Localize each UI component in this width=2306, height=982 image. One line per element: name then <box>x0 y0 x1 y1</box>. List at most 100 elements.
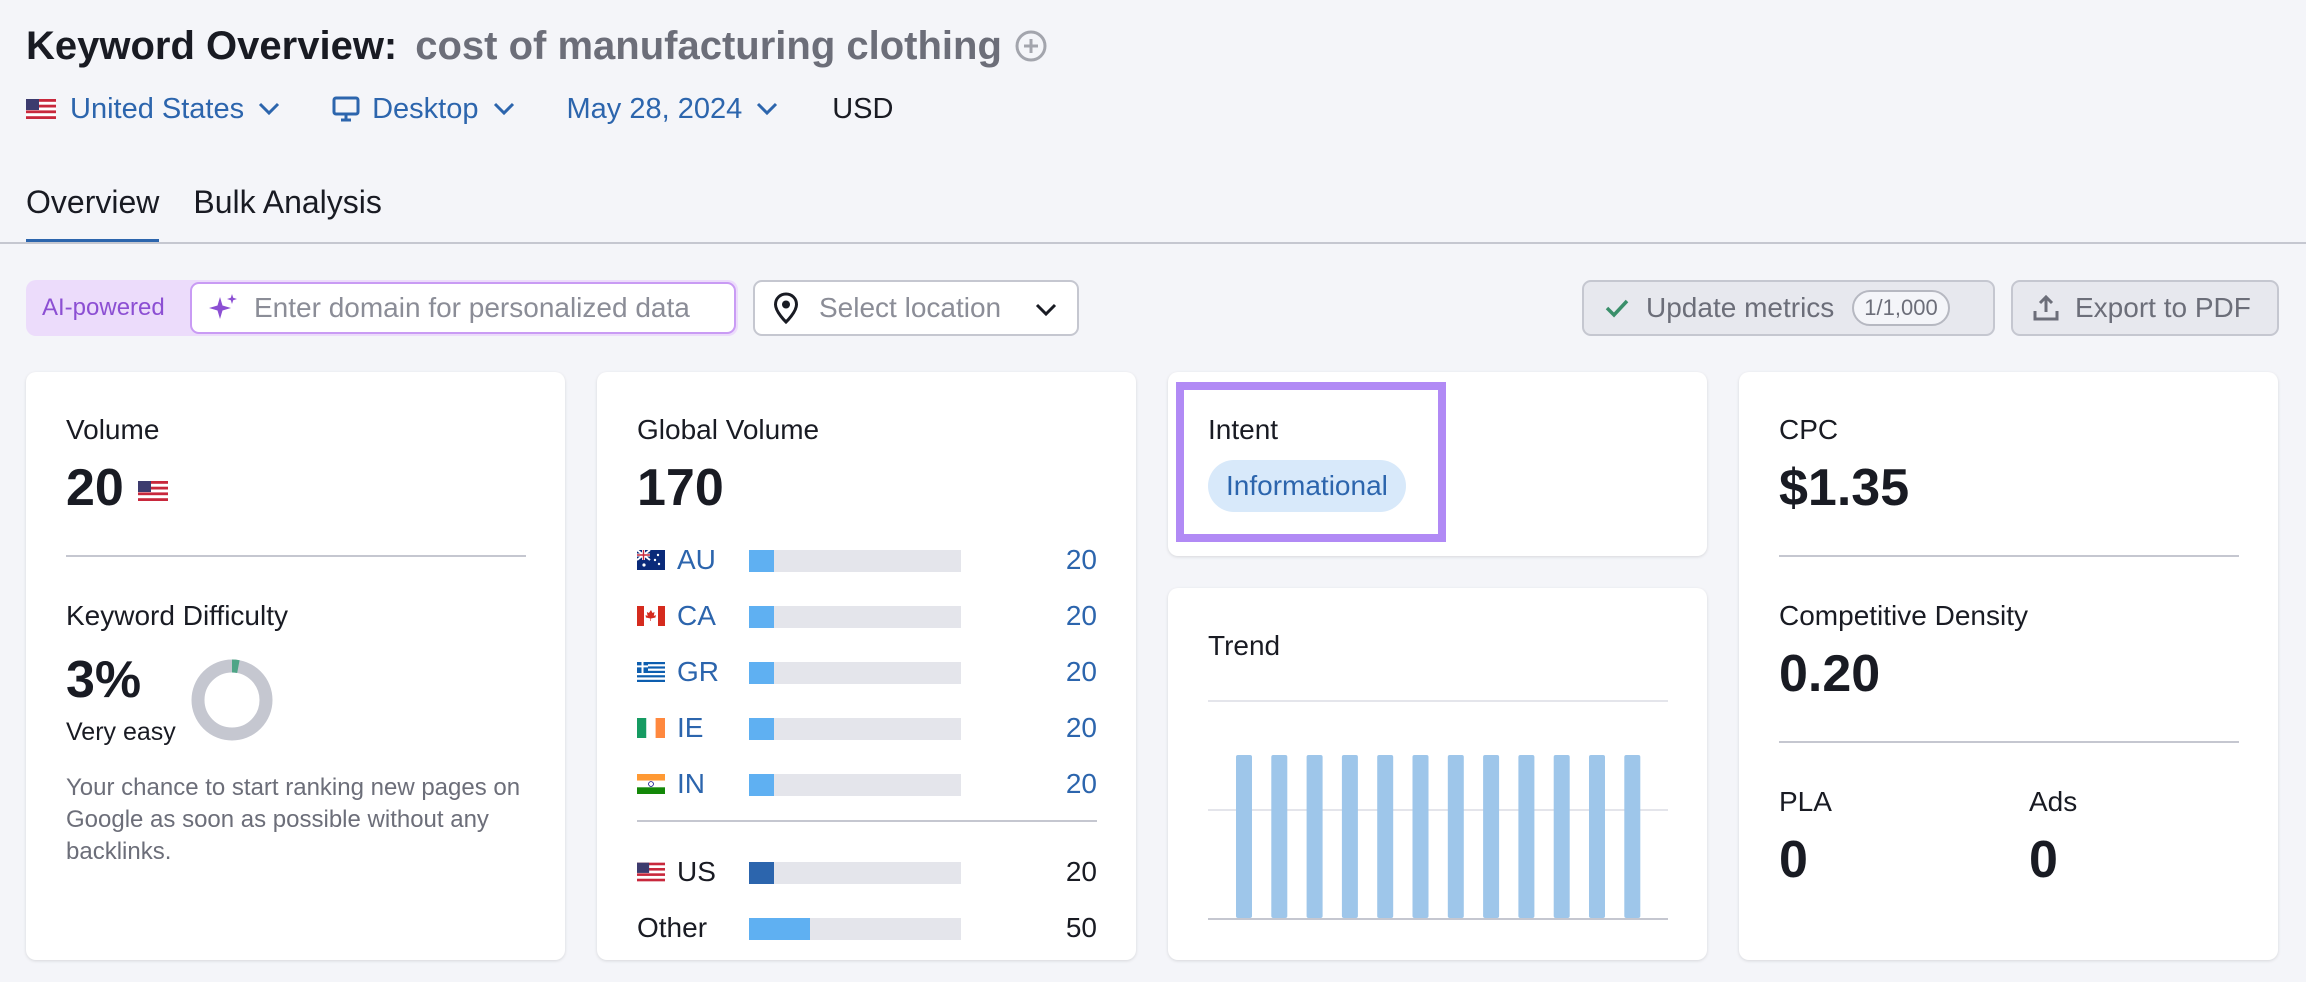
page-header: Keyword Overview: cost of manufacturing … <box>26 18 1048 74</box>
trend-bar[interactable] <box>1553 755 1570 918</box>
trend-bar[interactable] <box>1518 755 1535 918</box>
volume-divider <box>66 555 526 557</box>
country-value: 20 <box>1065 656 1097 687</box>
tab-bulk-analysis[interactable]: Bulk Analysis <box>193 178 382 244</box>
trend-card: Trend <box>1168 588 1707 960</box>
density-divider <box>1779 741 2239 743</box>
country-bar <box>749 774 961 796</box>
in-flag-icon <box>637 774 665 794</box>
update-metrics-label: Update metrics <box>1646 292 1835 323</box>
tab-bar: Overview Bulk Analysis <box>26 178 416 244</box>
trend-bar[interactable] <box>1483 755 1500 918</box>
country-row-ie[interactable]: IE 20 <box>637 708 1097 748</box>
us-flag-icon <box>26 99 56 119</box>
kd-donut <box>191 659 273 741</box>
country-bar <box>749 662 961 684</box>
trend-bar[interactable] <box>1236 755 1252 918</box>
country-bar <box>749 606 961 628</box>
us-flag-icon <box>137 481 168 501</box>
country-row-au[interactable]: AU 20 <box>637 540 1097 580</box>
location-pin-icon <box>773 292 799 325</box>
tabs-divider <box>0 242 2306 244</box>
country-label: United States <box>70 92 245 125</box>
country-value: 20 <box>1065 768 1097 799</box>
trend-bar[interactable] <box>1306 755 1323 918</box>
update-metrics-button[interactable]: Update metrics 1/1,000 <box>1582 280 1995 336</box>
trend-bar[interactable] <box>1271 755 1288 918</box>
volume-value-row: 20 <box>66 458 168 518</box>
chevron-down-icon <box>1035 303 1057 317</box>
location-select[interactable]: Select location <box>753 280 1079 336</box>
global-volume-label: Global Volume <box>637 414 820 445</box>
country-bar-fill <box>749 774 775 796</box>
cpc-card: CPC $1.35 Competitive Density 0.20 PLA 0… <box>1739 372 2278 960</box>
country-bar-fill <box>749 718 775 740</box>
export-pdf-label: Export to PDF <box>2075 292 2251 323</box>
domain-input[interactable] <box>254 292 734 324</box>
upload-icon <box>2033 294 2059 321</box>
ai-powered-label: AI-powered <box>42 294 165 321</box>
ai-domain-box: AI-powered <box>26 280 738 336</box>
kd-label: Keyword Difficulty <box>66 600 289 631</box>
desktop-icon <box>332 96 360 122</box>
ads-value: 0 <box>2029 831 2058 889</box>
country-code: GR <box>677 656 719 687</box>
country-code: IE <box>677 712 704 743</box>
country-row-in[interactable]: IN 20 <box>637 764 1097 804</box>
country-value: 20 <box>1065 856 1097 887</box>
chevron-down-icon <box>493 102 514 116</box>
volume-label: Volume <box>66 414 160 445</box>
country-row-ca[interactable]: CA 20 <box>637 596 1097 636</box>
country-bar <box>749 550 961 572</box>
intent-highlight-box <box>1176 382 1446 542</box>
trend-bar[interactable] <box>1412 755 1429 918</box>
sparkle-icon <box>209 294 237 319</box>
country-bar-fill <box>749 606 775 628</box>
country-bar-fill <box>749 550 775 572</box>
country-bar <box>749 862 961 884</box>
kd-rating: Very easy <box>66 718 176 746</box>
country-row-gr[interactable]: GR 20 <box>637 652 1097 692</box>
chevron-down-icon <box>757 102 778 116</box>
country-dropdown[interactable]: United States <box>26 93 280 126</box>
trend-bar[interactable] <box>1447 755 1464 918</box>
gr-flag-icon <box>637 662 665 682</box>
trend-bar[interactable] <box>1377 755 1394 918</box>
au-flag-icon <box>637 550 665 570</box>
kd-description: Your chance to start ranking new pages o… <box>66 774 521 865</box>
country-row-us: US 20 <box>637 852 1097 892</box>
device-dropdown[interactable]: Desktop <box>332 93 514 126</box>
trend-label: Trend <box>1208 630 1281 661</box>
update-count-badge: 1/1,000 <box>1852 290 1950 326</box>
country-value: 20 <box>1065 712 1097 743</box>
date-dropdown[interactable]: May 28, 2024 <box>567 93 779 126</box>
country-bar <box>749 718 961 740</box>
us-flag-icon <box>637 862 665 882</box>
page-title: Keyword Overview: <box>26 23 398 68</box>
country-bar-fill <box>749 662 775 684</box>
trend-bar[interactable] <box>1589 755 1605 918</box>
trend-bar[interactable] <box>1624 755 1641 918</box>
global-volume-card: Global Volume 170 AU 20 CA 20 GR 20 IE 2… <box>597 372 1136 960</box>
cpc-divider <box>1779 555 2239 557</box>
add-circle-icon[interactable] <box>1014 29 1048 63</box>
trend-bar[interactable] <box>1341 755 1358 918</box>
domain-input-wrap[interactable] <box>190 282 736 334</box>
global-volume-value: 170 <box>637 459 724 517</box>
country-row-other: Other 50 <box>637 908 1097 948</box>
country-code: US <box>677 856 716 887</box>
ads-label: Ads <box>2029 786 2078 817</box>
cpc-label: CPC <box>1779 414 1839 445</box>
ca-flag-icon <box>637 606 665 626</box>
currency-label: USD <box>832 92 894 125</box>
competitive-density-label: Competitive Density <box>1779 600 2028 631</box>
country-bar-fill <box>749 862 775 884</box>
volume-card: Volume 20 Keyword Difficulty 3% Very eas… <box>26 372 565 960</box>
country-value: 20 <box>1065 600 1097 631</box>
kd-value: 3% <box>66 651 142 709</box>
tab-overview[interactable]: Overview <box>26 178 160 244</box>
location-placeholder: Select location <box>819 292 1002 323</box>
cpc-value: $1.35 <box>1779 459 1910 517</box>
country-bar <box>749 918 961 940</box>
export-pdf-button[interactable]: Export to PDF <box>2011 280 2279 336</box>
